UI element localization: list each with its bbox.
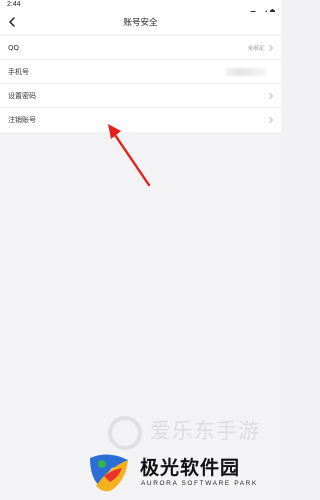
row-label: 手机号 xyxy=(8,67,29,76)
blurred-phone-number xyxy=(225,67,267,76)
account-security-screen: 2:44 账号安全 QQ 未绑定 手机号 设置密码 注销账号 爱乐东手游 极光软… xyxy=(0,0,281,500)
chevron-right-icon xyxy=(269,92,274,99)
brand-logo-icon xyxy=(90,454,128,492)
row-value: 未绑定 xyxy=(247,45,264,52)
row-label: 设置密码 xyxy=(8,91,36,100)
brand-name: 极光软件园 xyxy=(140,457,241,479)
row-phone[interactable]: 手机号 xyxy=(0,60,281,84)
row-label: 注销账号 xyxy=(8,116,36,124)
chevron-right-icon xyxy=(269,44,274,51)
status-bar: 2:44 xyxy=(0,0,281,17)
watermark-logo xyxy=(108,416,142,450)
row-set-password[interactable]: 设置密码 xyxy=(0,84,281,108)
row-label: QQ xyxy=(8,43,20,52)
chevron-right-icon xyxy=(269,116,274,124)
page-title: 账号安全 xyxy=(123,18,158,28)
row-delete-account[interactable]: 注销账号 xyxy=(0,108,281,132)
status-time: 2:44 xyxy=(7,1,21,8)
row-qq[interactable]: QQ 未绑定 xyxy=(0,36,281,60)
watermark-text: 爱乐东手游 xyxy=(150,419,260,443)
settings-list: QQ 未绑定 手机号 设置密码 注销账号 xyxy=(0,36,281,132)
nav-bar: 账号安全 xyxy=(0,12,281,34)
brand-subtitle: AURORA SOFTWARE PARK xyxy=(141,480,258,487)
